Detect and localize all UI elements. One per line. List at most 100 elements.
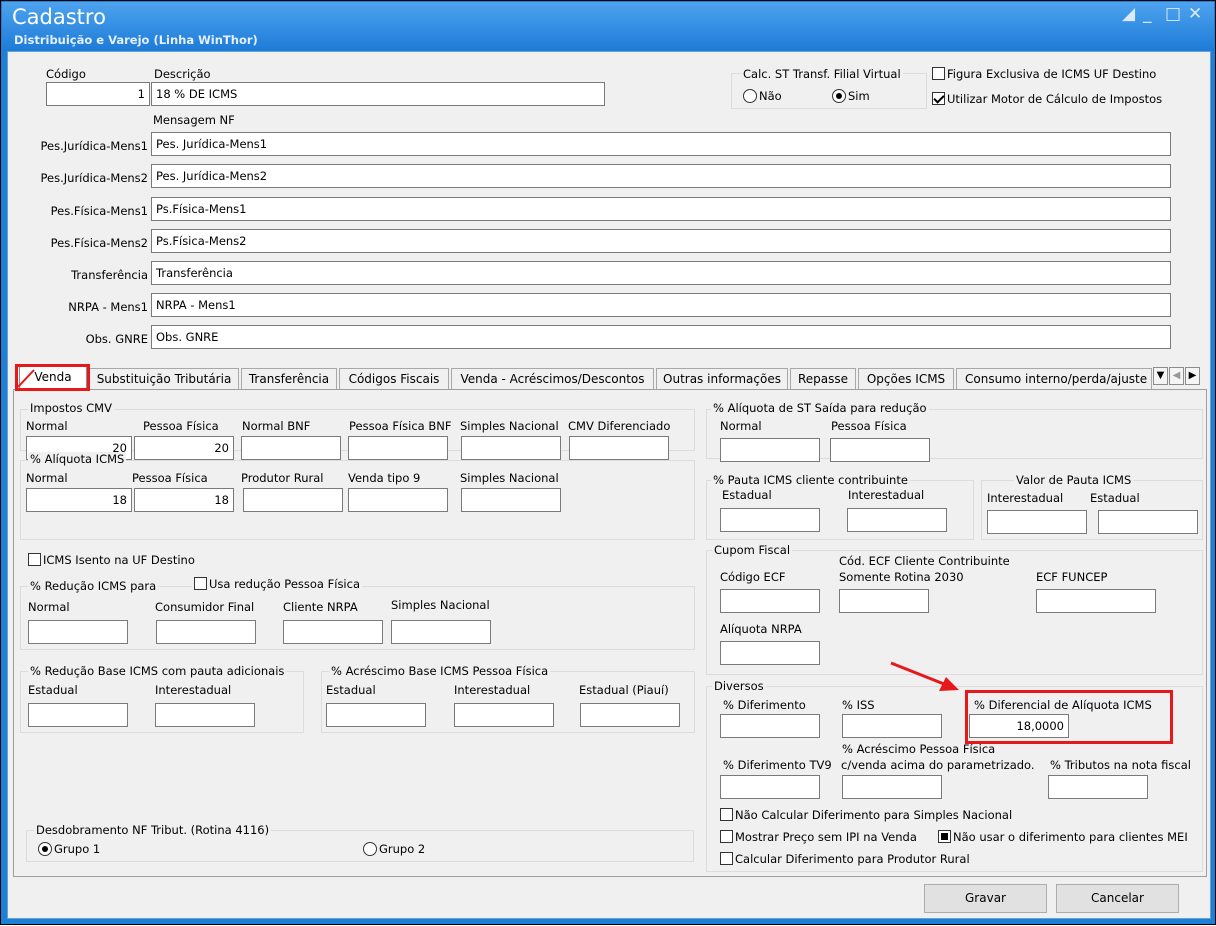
close-icon[interactable]: ✕: [1188, 4, 1202, 24]
msg-input-pj2[interactable]: Pes. Jurídica-Mens2: [151, 164, 1171, 188]
acrescimo-base-pf-title: % Acréscimo Base ICMS Pessoa Física: [329, 664, 551, 678]
maximize-icon[interactable]: □: [1165, 4, 1181, 24]
tab-repasse[interactable]: Repasse: [790, 368, 856, 389]
mensagem-nf-label: Mensagem NF: [153, 113, 235, 127]
nao-usar-diferimento-mei-checkbox[interactable]: Não usar o diferimento para clientes MEI: [938, 830, 1188, 844]
aliq-simples-input[interactable]: [461, 488, 561, 512]
acrescimo-pf-sub-label: c/venda acima do parametrizado.: [841, 758, 1035, 772]
acrescimo-pf-input[interactable]: [842, 775, 942, 799]
aliq-venda-tipo9-input[interactable]: [348, 488, 448, 512]
iss-input[interactable]: [842, 714, 942, 738]
tab-consumo-interno[interactable]: Consumo interno/perda/ajuste: [956, 368, 1152, 389]
abp-estadual-input[interactable]: [326, 703, 426, 727]
msg-input-nrpa[interactable]: NRPA - Mens1: [151, 293, 1171, 317]
title-bar[interactable]: Cadastro Distribuição e Varejo (Linha Wi…: [2, 2, 1214, 51]
tributos-nota-label: % Tributos na nota fiscal: [1050, 758, 1191, 772]
red-cliente-nrpa-label: Cliente NRPA: [283, 600, 358, 614]
cmv-diferenciado-input[interactable]: [569, 436, 669, 460]
rbp-estadual-input[interactable]: [28, 703, 128, 727]
tributos-nota-input[interactable]: [1048, 775, 1148, 799]
ecf-funcep-input[interactable]: [1036, 589, 1156, 613]
msg-input-transferencia[interactable]: Transferência: [151, 261, 1171, 285]
diferimento-tv9-input[interactable]: [720, 775, 820, 799]
red-consumidor-final-input[interactable]: [156, 620, 256, 644]
cmv-pf-bnf-label: Pessoa Física BNF: [349, 419, 452, 433]
utilizar-motor-checkbox[interactable]: Utilizar Motor de Cálculo de Impostos: [932, 92, 1162, 106]
aliquota-st-reducao-title: % Alíquota de ST Saída para redução: [711, 401, 929, 415]
grupo1-radio[interactable]: Grupo 1: [38, 842, 100, 856]
window-subtitle: Distribuição e Varejo (Linha WinThor): [14, 33, 258, 47]
usa-reducao-pf-checkbox[interactable]: Usa redução Pessoa Física: [192, 577, 362, 591]
venda-tab-panel: Impostos CMV Normal 20 Pessoa Física 20 …: [13, 389, 1207, 877]
nao-calcular-diferimento-checkbox[interactable]: Não Calcular Diferimento para Simples Na…: [720, 808, 1012, 822]
pauta-estadual-label: Estadual: [722, 488, 772, 502]
tab-outras-informacoes[interactable]: Outras informações: [656, 368, 788, 389]
restore-icon[interactable]: ◢: [1122, 4, 1135, 24]
cancelar-button[interactable]: Cancelar: [1056, 884, 1179, 913]
valor-pauta-title: Valor de Pauta ICMS: [1014, 473, 1134, 487]
icms-isento-checkbox[interactable]: ICMS Isento na UF Destino: [28, 553, 195, 567]
cod-ecf-contrib-input[interactable]: [839, 589, 929, 613]
red-cliente-nrpa-input[interactable]: [283, 620, 383, 644]
red-normal-label: Normal: [28, 600, 70, 614]
tab-substituicao-tributaria[interactable]: Substituição Tributária: [89, 368, 239, 389]
aliq-pessoa-fisica-input[interactable]: 18: [134, 488, 234, 512]
abp-estadual-label: Estadual: [326, 683, 376, 697]
cmv-pessoa-fisica-label: Pessoa Física: [143, 419, 219, 433]
red-simples-input[interactable]: [391, 620, 491, 644]
aliq-pessoa-fisica-label: Pessoa Física: [132, 471, 208, 485]
calcular-diferimento-produtor-checkbox[interactable]: Calcular Diferimento para Produtor Rural: [720, 852, 970, 866]
rbp-interestadual-input[interactable]: [155, 703, 255, 727]
arrow-right-icon[interactable]: ▶: [1185, 367, 1200, 385]
red-normal-input[interactable]: [28, 620, 128, 644]
cmv-simples-input[interactable]: [461, 436, 561, 460]
cmv-diferenciado-label: CMV Diferenciado: [568, 419, 671, 433]
tab-transferencia[interactable]: Transferência: [241, 368, 337, 389]
st-normal-input[interactable]: [720, 438, 820, 462]
gravar-button[interactable]: Gravar: [924, 884, 1047, 913]
mostrar-preco-sem-ipi-checkbox[interactable]: Mostrar Preço sem IPI na Venda: [720, 830, 917, 844]
minimize-icon[interactable]: _: [1143, 4, 1152, 24]
msg-input-pf2[interactable]: Ps.Física-Mens2: [151, 229, 1171, 253]
diferimento-input[interactable]: [720, 714, 820, 738]
pauta-interestadual-input[interactable]: [847, 508, 947, 532]
radio-icon: [743, 89, 757, 103]
tab-venda[interactable]: Venda: [19, 366, 87, 389]
calc-st-sim-radio[interactable]: Sim: [832, 89, 870, 103]
radio-selected-icon: [832, 89, 846, 103]
aliq-produtor-rural-input[interactable]: [243, 488, 343, 512]
cmv-normal-bnf-input[interactable]: [241, 436, 341, 460]
descricao-input[interactable]: 18 % DE ICMS: [151, 82, 605, 106]
diferencial-aliquota-input[interactable]: 18,0000: [969, 714, 1069, 738]
rbp-interestadual-label: Interestadual: [155, 683, 232, 697]
arrow-left-icon[interactable]: ◀: [1169, 367, 1184, 385]
msg-input-gnre[interactable]: Obs. GNRE: [151, 325, 1171, 349]
tab-opcoes-icms[interactable]: Opções ICMS: [858, 368, 954, 389]
cmv-pf-bnf-input[interactable]: [348, 436, 448, 460]
grupo2-radio[interactable]: Grupo 2: [363, 842, 425, 856]
codigo-ecf-input[interactable]: [720, 589, 820, 613]
figura-exclusiva-checkbox[interactable]: Figura Exclusiva de ICMS UF Destino: [932, 67, 1156, 81]
calc-st-nao-radio[interactable]: Não: [743, 89, 782, 103]
st-pessoa-fisica-input[interactable]: [830, 438, 930, 462]
msg-input-pf1[interactable]: Ps.Física-Mens1: [151, 197, 1171, 221]
aliquota-icms-title: % Alíquota ICMS: [28, 452, 127, 466]
pauta-estadual-input[interactable]: [720, 508, 820, 532]
codigo-input[interactable]: 1: [46, 82, 150, 106]
cmv-pessoa-fisica-input[interactable]: 20: [134, 436, 234, 460]
tab-venda-acrescimos[interactable]: Venda - Acréscimos/Descontos: [451, 368, 654, 389]
abp-estadual-piaui-input[interactable]: [580, 703, 680, 727]
aliq-normal-input[interactable]: 18: [26, 488, 132, 512]
dropdown-arrow-icon[interactable]: ▼: [1153, 367, 1168, 385]
msg-input-pj1[interactable]: Pes. Jurídica-Mens1: [151, 132, 1171, 156]
abp-interestadual-label: Interestadual: [454, 683, 531, 697]
tab-codigos-fiscais[interactable]: Códigos Fiscais: [339, 368, 449, 389]
vp-interestadual-input[interactable]: [987, 510, 1087, 534]
abp-interestadual-input[interactable]: [454, 703, 554, 727]
checkbox-icon: [720, 852, 733, 865]
ecf-funcep-label: ECF FUNCEP: [1036, 570, 1108, 584]
vp-estadual-input[interactable]: [1098, 510, 1198, 534]
cod-ecf-contrib-sub-label: Somente Rotina 2030: [839, 570, 964, 584]
calc-st-label: Calc. ST Transf. Filial Virtual: [741, 67, 903, 81]
aliquota-nrpa-input[interactable]: [720, 641, 820, 665]
